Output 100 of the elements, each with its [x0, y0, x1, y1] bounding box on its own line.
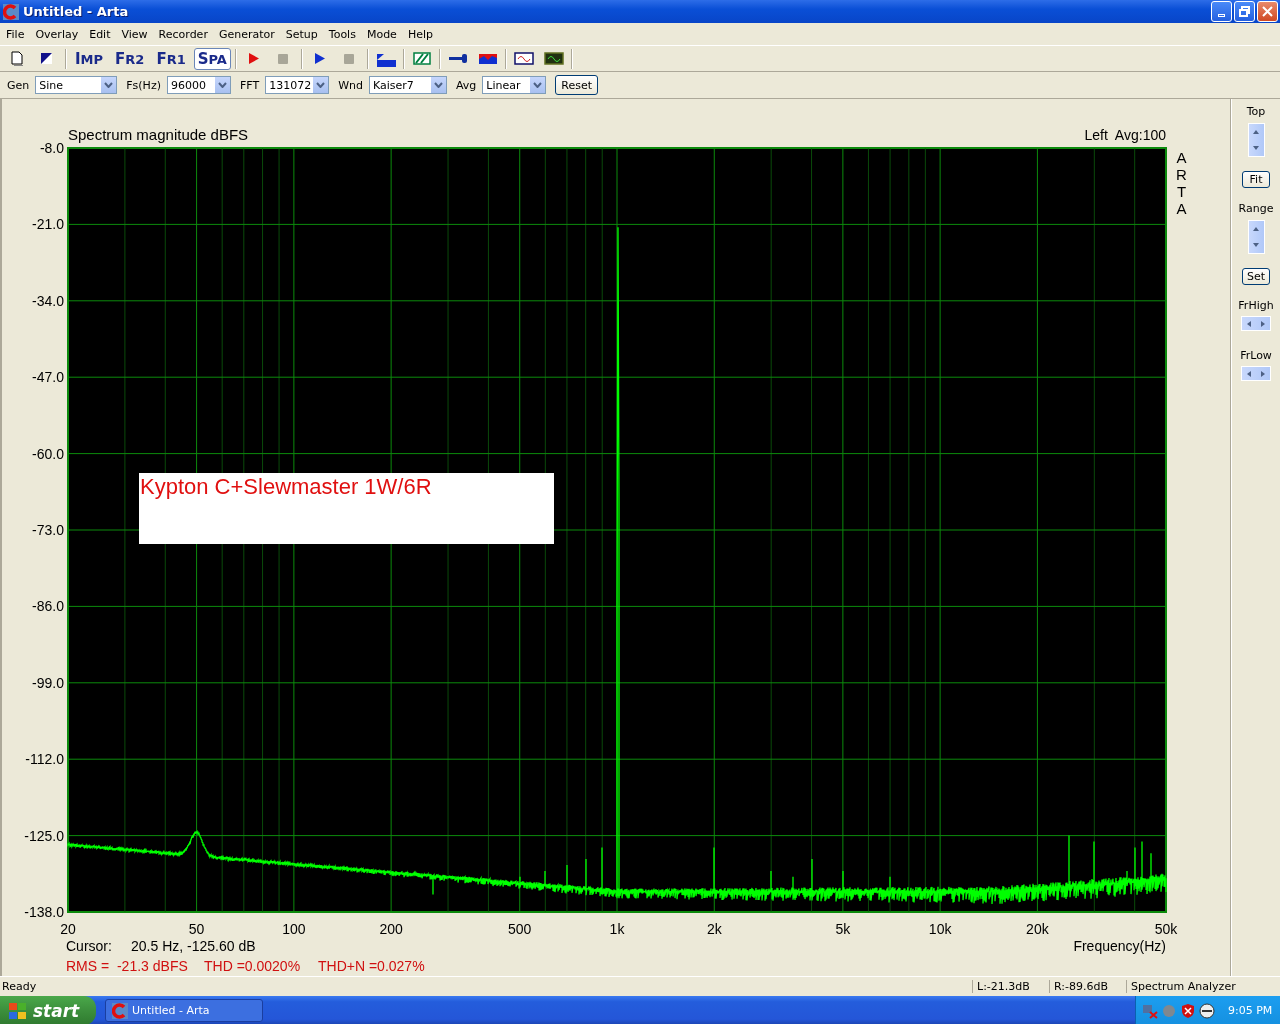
- setting-label: Avg: [456, 78, 477, 92]
- menu-item[interactable]: Generator: [213, 27, 281, 41]
- reset-button[interactable]: Reset: [555, 75, 599, 95]
- y-axis-label: -99.0: [32, 674, 64, 691]
- window-title: Untitled - Arta: [23, 4, 130, 19]
- y-axis-label: -47.0: [32, 369, 64, 386]
- x-axis-label: 100: [282, 921, 306, 937]
- y-axis-label: -138.0: [24, 904, 64, 920]
- setting-label: Fs(Hz): [126, 78, 161, 92]
- menu-item[interactable]: Setup: [280, 27, 324, 41]
- dropdown-field[interactable]: Kaiser7: [369, 76, 447, 94]
- app-icon: [112, 1002, 128, 1019]
- spinner-control[interactable]: [1247, 123, 1265, 157]
- y-axis-label: -60.0: [32, 445, 64, 462]
- right-arrow-icon: [1260, 319, 1266, 328]
- wave-icon: [543, 49, 564, 68]
- taskbar-button[interactable]: Untitled - Arta: [105, 999, 263, 1022]
- wave-icon: [513, 49, 534, 68]
- spinner-control[interactable]: [1241, 366, 1271, 381]
- right-arrow-icon: [1260, 369, 1266, 378]
- caret-icon: [434, 82, 443, 88]
- down-arrow-icon: [1252, 242, 1260, 248]
- mode-button[interactable]: FR1: [152, 47, 190, 70]
- y-axis-label: -125.0: [24, 827, 64, 844]
- left-arrow-icon: [1246, 319, 1252, 328]
- x-axis-label: 5k: [835, 921, 851, 937]
- minimize-button[interactable]: [1211, 1, 1232, 22]
- dropdown-field[interactable]: 96000: [166, 76, 231, 94]
- y-axis-label: -112.0: [25, 751, 64, 768]
- x-axis-label: 20k: [1026, 921, 1049, 937]
- setting-label: FFT: [239, 78, 260, 92]
- plot-title: Spectrum magnitude dBFS: [68, 126, 249, 143]
- restore-button[interactable]: [1234, 1, 1255, 22]
- caret-icon: [217, 82, 227, 88]
- setting-label: Gen: [7, 78, 30, 92]
- flag-icon: [8, 1001, 28, 1020]
- x-axis-label: 200: [379, 921, 403, 937]
- annotation-text: Kypton C+Slewmaster 1W/6R: [140, 474, 432, 499]
- x-axis-label: 500: [508, 921, 532, 937]
- range-label: Range: [1238, 202, 1274, 215]
- menu-item[interactable]: Tools: [323, 27, 362, 41]
- spinner-control[interactable]: [1241, 316, 1271, 331]
- down-arrow-icon: [1252, 145, 1260, 151]
- x-axis-label: 50: [188, 921, 205, 937]
- menu-item[interactable]: Edit: [84, 27, 117, 41]
- minimize-icon: [1218, 13, 1225, 17]
- up-arrow-icon: [1252, 129, 1260, 135]
- disc-icon[interactable]: [1199, 1002, 1215, 1019]
- x-axis-label: 20: [60, 921, 76, 937]
- close-icon: [1262, 6, 1273, 17]
- menu-item[interactable]: Recorder: [153, 27, 214, 41]
- x-axis-label: 10k: [928, 921, 952, 937]
- caret-icon: [316, 82, 326, 88]
- mode-button[interactable]: SPA: [193, 47, 231, 70]
- y-axis-label: -8.0: [39, 140, 64, 156]
- top-label: Top: [1246, 105, 1266, 118]
- y-axis-label: -21.0: [32, 216, 64, 233]
- y-axis-label: -34.0: [32, 292, 64, 309]
- x-axis-title: Frequency(Hz): [1073, 938, 1166, 954]
- menu-item[interactable]: File: [1, 27, 31, 41]
- clock-text: 9:05 PM: [1228, 1004, 1273, 1017]
- fit-button[interactable]: Fit: [1242, 171, 1270, 188]
- up-arrow-icon: [1252, 226, 1260, 232]
- y-axis-label: -73.0: [32, 522, 64, 538]
- caret-icon: [104, 82, 114, 88]
- shield-icon[interactable]: [1180, 1002, 1196, 1019]
- x-axis-label: 2k: [706, 921, 722, 937]
- frhigh-label: FrHigh: [1238, 299, 1274, 312]
- mode-button[interactable]: IMP: [71, 47, 108, 70]
- menu-item[interactable]: Mode: [361, 27, 403, 41]
- measurement-text: THD+N =0.027%: [318, 958, 425, 974]
- left-arrow-icon: [1246, 369, 1252, 378]
- measurement-text: RMS = -21.3 dBFS: [66, 958, 188, 974]
- dropdown-field[interactable]: Linear: [482, 76, 547, 94]
- mode-button[interactable]: FR2: [111, 47, 149, 70]
- right-level: R:-89.6dB: [1049, 980, 1126, 993]
- spinner-control[interactable]: [1247, 220, 1265, 254]
- dropdown-field[interactable]: Sine: [35, 76, 118, 94]
- channel-info: Left Avg:100: [1084, 127, 1166, 143]
- app-icon: [3, 3, 19, 20]
- setting-label: Wnd: [338, 78, 363, 92]
- y-axis-label: -86.0: [32, 598, 64, 615]
- brand-text: ARTA: [1175, 149, 1188, 217]
- caret-icon: [533, 82, 543, 88]
- measurement-text: THD =0.0020%: [204, 958, 301, 974]
- close-button[interactable]: [1257, 1, 1278, 22]
- menu-item[interactable]: Overlay: [30, 27, 85, 41]
- status-text: Ready: [1, 980, 38, 993]
- left-level: L:-21.3dB: [972, 980, 1049, 993]
- cursor-label: Cursor:: [66, 938, 112, 954]
- menu-item[interactable]: Help: [402, 27, 439, 41]
- frlow-label: FrLow: [1240, 349, 1272, 362]
- menu-item[interactable]: View: [116, 27, 154, 41]
- restore-icon: [1239, 6, 1250, 17]
- x-axis-label: 1k: [609, 921, 625, 937]
- dropdown-field[interactable]: 131072: [265, 76, 330, 94]
- mode-text: Spectrum Analyzer: [1126, 980, 1280, 993]
- cursor-value: 20.5 Hz, -125.60 dB: [131, 938, 256, 954]
- start-button[interactable]: start: [0, 996, 96, 1024]
- set-button[interactable]: Set: [1242, 268, 1270, 285]
